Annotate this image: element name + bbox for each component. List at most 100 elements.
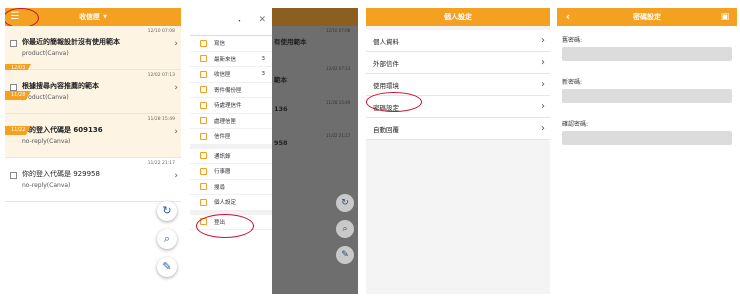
drawer-item[interactable]: 寄件備份匣 xyxy=(190,83,272,98)
drawer-item[interactable]: 信件匣 xyxy=(190,129,272,145)
dimmed-time: 11/28 15:49 xyxy=(326,100,351,105)
back-arrow-icon[interactable]: ‹ xyxy=(562,11,574,23)
drawer-item-label: 收信匣 xyxy=(214,72,231,79)
folder-icon xyxy=(200,132,207,140)
chevron-right-icon: › xyxy=(541,123,545,134)
highlight-circle xyxy=(196,214,254,238)
chevron-right-icon: › xyxy=(174,171,178,181)
settings-item-external-mail[interactable]: 外部信件 › xyxy=(366,52,550,74)
search-button[interactable]: ⌕ xyxy=(157,229,177,249)
drawer-item-label: 行事曆 xyxy=(214,169,231,176)
drawer-item[interactable]: 收信匣 3 xyxy=(190,67,272,83)
drawer-item[interactable]: 搜尋 xyxy=(190,180,272,195)
drawer-item-label: 通訊錄 xyxy=(214,153,231,160)
mail-row[interactable]: 11/22 21:17 你的登入代碼是 929958 no-reply(Canv… xyxy=(5,158,181,202)
save-icon[interactable]: ▣ xyxy=(719,11,731,23)
refresh-button[interactable]: ↻ xyxy=(157,201,177,221)
mail-sender: no-reply(Canva) xyxy=(22,182,71,189)
mail-sender: no-reply(Canva) xyxy=(22,138,71,145)
drawer-item-label: 個人設定 xyxy=(214,200,237,207)
new-mail-icon xyxy=(200,55,207,63)
settings-title: 個人設定 xyxy=(444,13,472,21)
mail-row[interactable]: 12/10 07:08 你最近的簡報設計沒有使用範本 product(Canva… xyxy=(5,26,181,70)
mail-time: 11/28 15:49 xyxy=(147,117,175,122)
settings-item-profile[interactable]: 個人資料 › xyxy=(366,30,550,52)
mail-checkbox[interactable] xyxy=(10,172,17,179)
chevron-right-icon: › xyxy=(174,83,178,93)
dimmed-text: 136 xyxy=(274,105,288,113)
drawer-item-settings[interactable]: 個人設定 xyxy=(190,195,272,211)
confirm-password-input[interactable] xyxy=(562,131,732,145)
pending-icon xyxy=(200,101,207,109)
drawer-item[interactable]: 待處理信件 xyxy=(190,98,272,114)
settings-panel: 個人設定 個人資料 › 外部信件 › 使用環境 › 密碼設定 › 自動回覆 › xyxy=(366,8,550,294)
drawer-item[interactable]: 寫信 xyxy=(190,36,272,52)
mail-checkbox[interactable] xyxy=(10,40,17,47)
chevron-right-icon: › xyxy=(541,35,545,46)
calendar-icon xyxy=(200,167,207,175)
sent-icon xyxy=(200,86,207,94)
inbox-icon xyxy=(200,70,207,78)
drawer-item[interactable]: 最新來信 3 xyxy=(190,52,272,67)
chevron-right-icon: › xyxy=(174,39,178,49)
settings-item-auto-reply[interactable]: 自動回覆 › xyxy=(366,118,550,140)
drawer-item-label: 最新來信 xyxy=(214,56,237,63)
dimmed-header xyxy=(272,8,358,26)
compose-icon xyxy=(200,39,207,47)
password-title: 密碼設定 xyxy=(633,13,661,21)
dimmed-text: 有使用範本 xyxy=(274,38,307,46)
mail-subject: 根據搜尋內容推薦的範本 xyxy=(22,82,99,90)
drawer-item-label: 處理信匣 xyxy=(214,118,237,125)
drawer-item-label: 信件匣 xyxy=(214,134,231,141)
settings-item-label: 個人資料 xyxy=(373,37,399,46)
compose-icon: ✎ xyxy=(336,246,354,264)
drawer-item[interactable]: 處理信匣 xyxy=(190,114,272,129)
mail-row[interactable]: 12/02 07:13 根據搜尋內容推薦的範本 product(Canva) › xyxy=(5,70,181,114)
dimmed-time: 11/22 21:17 xyxy=(326,133,351,138)
drawer-item[interactable]: 通訊錄 xyxy=(190,149,272,164)
password-panel: ‹ 密碼設定 ▣ 舊密碼: 新密碼: 確認密碼: xyxy=(557,8,737,294)
new-password-label: 新密碼: xyxy=(562,79,583,86)
password-header: ‹ 密碼設定 ▣ xyxy=(557,8,737,26)
drawer-item-count: 3 xyxy=(261,71,266,78)
mail-time: 12/02 07:13 xyxy=(147,73,175,78)
inbox-title[interactable]: 收信匣 xyxy=(79,12,100,22)
drawer-item-count: 3 xyxy=(261,55,266,62)
compose-button[interactable]: ✎ xyxy=(157,257,177,277)
gear-icon xyxy=(200,198,207,206)
mail-row[interactable]: 11/28 15:49 你的登入代碼是 609136 no-reply(Canv… xyxy=(5,114,181,158)
mail-sender: product(Canva) xyxy=(22,50,69,57)
settings-item-label: 外部信件 xyxy=(373,59,399,68)
drawer-item[interactable]: 行事曆 xyxy=(190,164,272,180)
chevron-right-icon: › xyxy=(541,101,545,112)
contacts-icon xyxy=(200,152,207,160)
inbox-panel: ☰ 收信匣 ▼ 12/10 07:08 你最近的簡報設計沒有使用範本 produ… xyxy=(5,8,181,294)
new-password-input[interactable] xyxy=(562,89,732,103)
confirm-password-label: 確認密碼: xyxy=(562,121,589,128)
dimmed-text: 範本 xyxy=(274,76,287,84)
dimmed-time: 12/10 07:08 xyxy=(326,28,351,33)
mail-time: 12/10 07:08 xyxy=(147,29,175,34)
chevron-down-icon[interactable]: ▼ xyxy=(103,14,107,20)
mail-time: 11/22 21:17 xyxy=(147,161,175,166)
folder-icon xyxy=(200,117,207,125)
drawer-item-label: 寄件備份匣 xyxy=(214,87,242,94)
chevron-right-icon: › xyxy=(541,79,545,90)
highlight-circle xyxy=(366,92,422,112)
settings-item-label: 自動回覆 xyxy=(373,125,399,134)
mail-sender: product(Canva) xyxy=(22,94,69,101)
close-icon[interactable]: ✕ xyxy=(258,15,266,25)
dimmed-time: 12/02 07:13 xyxy=(326,66,351,71)
old-password-input[interactable] xyxy=(562,47,732,61)
drawer-item-label: 搜尋 xyxy=(214,184,226,191)
settings-item-label: 使用環境 xyxy=(373,81,399,90)
mail-subject: 你最近的簡報設計沒有使用範本 xyxy=(22,38,120,46)
drawer-item-label: 待處理信件 xyxy=(214,103,242,110)
navigation-drawer: ・ ✕ 寫信 最新來信 3 收信匣 3 寄件備份匣 待處理信件 處理信匣 信件匣 通… xyxy=(190,8,272,294)
settings-header: 個人設定 xyxy=(366,8,550,26)
drawer-panel: 有使用範本 12/10 07:08 範本 12/02 07:13 136 11/… xyxy=(190,8,358,294)
mail-checkbox[interactable] xyxy=(10,84,17,91)
drawer-item-label: 寫信 xyxy=(214,41,226,48)
search-icon: ⌕ xyxy=(336,220,354,238)
search-icon xyxy=(200,183,207,191)
